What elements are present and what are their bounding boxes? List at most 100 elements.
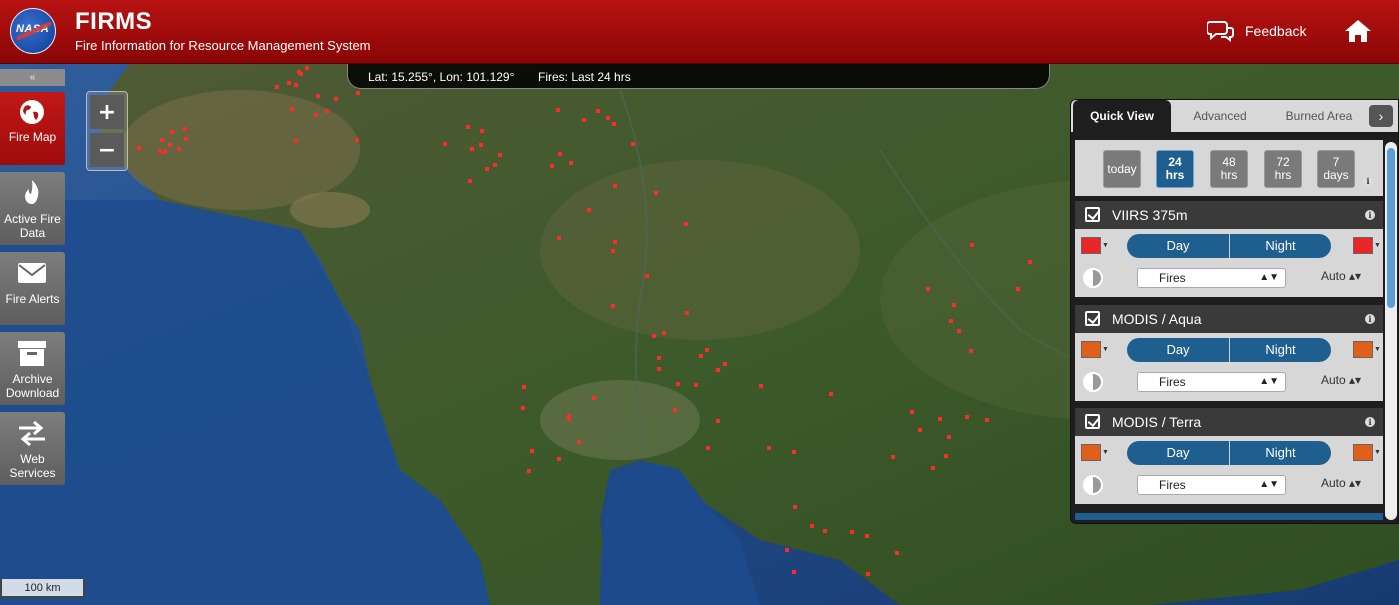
size-auto-select[interactable]: Auto ▴▾ <box>1321 476 1361 490</box>
fire-detection-marker[interactable] <box>498 153 502 157</box>
fire-detection-marker[interactable] <box>530 449 534 453</box>
home-icon[interactable] <box>1344 19 1372 43</box>
nasa-logo-icon[interactable]: NASA <box>10 8 56 54</box>
fire-detection-marker[interactable] <box>965 415 969 419</box>
fire-detection-marker[interactable] <box>1028 260 1032 264</box>
night-button[interactable]: Night <box>1229 234 1331 258</box>
fire-detection-marker[interactable] <box>325 109 329 113</box>
fire-detection-marker[interactable] <box>952 303 956 307</box>
fire-detection-marker[interactable] <box>970 243 974 247</box>
fire-detection-marker[interactable] <box>183 127 187 131</box>
fire-detection-marker[interactable] <box>895 551 899 555</box>
fire-detection-marker[interactable] <box>587 208 591 212</box>
scrollbar-thumb[interactable] <box>1387 148 1395 308</box>
layer-checkbox-modis-aqua[interactable] <box>1085 311 1100 326</box>
day-button[interactable]: Day <box>1127 338 1229 362</box>
fire-detection-marker[interactable] <box>170 130 174 134</box>
fire-detection-marker[interactable] <box>1016 287 1020 291</box>
fire-detection-marker[interactable] <box>582 118 586 122</box>
fire-detection-marker[interactable] <box>305 66 309 70</box>
fire-detection-marker[interactable] <box>793 505 797 509</box>
fire-detection-marker[interactable] <box>184 137 188 141</box>
fire-detection-marker[interactable] <box>522 385 526 389</box>
fire-detection-marker[interactable] <box>466 125 470 129</box>
night-color-swatch[interactable] <box>1353 341 1373 358</box>
fire-detection-marker[interactable] <box>926 287 930 291</box>
nav-web-services[interactable]: Web Services <box>0 412 65 485</box>
fire-detection-marker[interactable] <box>891 455 895 459</box>
day-color-swatch[interactable] <box>1081 444 1101 461</box>
fire-detection-marker[interactable] <box>356 91 360 95</box>
contrast-icon[interactable] <box>1083 475 1103 495</box>
display-type-select[interactable]: Fires ▲▼ <box>1137 372 1286 392</box>
fire-detection-marker[interactable] <box>611 249 615 253</box>
fire-detection-marker[interactable] <box>158 149 162 153</box>
fire-detection-marker[interactable] <box>957 329 961 333</box>
fire-detection-marker[interactable] <box>944 454 948 458</box>
tab-advanced[interactable]: Advanced <box>1171 100 1269 132</box>
fire-detection-marker[interactable] <box>699 354 703 358</box>
fire-detection-marker[interactable] <box>785 548 789 552</box>
fire-detection-marker[interactable] <box>275 85 279 89</box>
fire-detection-marker[interactable] <box>684 222 688 226</box>
fire-detection-marker[interactable] <box>557 236 561 240</box>
nav-fire-alerts[interactable]: Fire Alerts <box>0 252 65 325</box>
nav-fire-map[interactable]: Fire Map <box>0 92 65 165</box>
time-24hrs-button[interactable]: 24 hrs <box>1156 150 1194 188</box>
display-type-select[interactable]: Fires ▲▼ <box>1137 268 1286 288</box>
fire-detection-marker[interactable] <box>723 362 727 366</box>
zoom-out-button[interactable]: − <box>90 133 124 167</box>
tab-burned-area[interactable]: Burned Area <box>1269 100 1369 132</box>
size-auto-select[interactable]: Auto ▴▾ <box>1321 373 1361 387</box>
contrast-icon[interactable] <box>1083 372 1103 392</box>
fire-detection-marker[interactable] <box>290 107 294 111</box>
night-color-swatch[interactable] <box>1353 237 1373 254</box>
fire-detection-marker[interactable] <box>823 529 827 533</box>
fire-detection-marker[interactable] <box>685 311 689 315</box>
info-icon[interactable]: i <box>1365 314 1375 324</box>
fire-detection-marker[interactable] <box>470 147 474 151</box>
fire-detection-marker[interactable] <box>969 349 973 353</box>
fire-detection-marker[interactable] <box>606 116 610 120</box>
fire-detection-marker[interactable] <box>694 383 698 387</box>
fire-detection-marker[interactable] <box>314 113 318 117</box>
fire-detection-marker[interactable] <box>662 331 666 335</box>
fire-detection-marker[interactable] <box>611 304 615 308</box>
day-button[interactable]: Day <box>1127 441 1229 465</box>
nav-archive-download[interactable]: Archive Download <box>0 332 65 405</box>
fire-detection-marker[interactable] <box>485 167 489 171</box>
fire-detection-marker[interactable] <box>294 139 298 143</box>
fire-detection-marker[interactable] <box>569 161 573 165</box>
time-today-button[interactable]: today <box>1103 150 1141 188</box>
fire-detection-marker[interactable] <box>355 138 359 142</box>
tab-quick-view[interactable]: Quick View <box>1073 100 1171 132</box>
fire-detection-marker[interactable] <box>657 367 661 371</box>
fire-detection-marker[interactable] <box>596 109 600 113</box>
fire-detection-marker[interactable] <box>557 457 561 461</box>
fire-detection-marker[interactable] <box>792 450 796 454</box>
info-icon[interactable]: i <box>1363 176 1373 186</box>
panel-scrollbar[interactable] <box>1385 142 1397 520</box>
fire-detection-marker[interactable] <box>558 152 562 156</box>
nav-active-fire-data[interactable]: Active Fire Data <box>0 172 65 245</box>
day-color-swatch[interactable] <box>1081 341 1101 358</box>
fire-detection-marker[interactable] <box>613 184 617 188</box>
size-auto-select[interactable]: Auto ▴▾ <box>1321 269 1361 283</box>
layer-checkbox-viirs[interactable] <box>1085 207 1100 222</box>
fire-detection-marker[interactable] <box>556 108 560 112</box>
fire-detection-marker[interactable] <box>810 524 814 528</box>
feedback-button[interactable]: Feedback <box>1207 20 1306 42</box>
display-type-select[interactable]: Fires ▲▼ <box>1137 475 1286 495</box>
fire-detection-marker[interactable] <box>631 142 635 146</box>
fire-detection-marker[interactable] <box>829 392 833 396</box>
collapse-nav-button[interactable]: « <box>0 69 65 86</box>
fire-detection-marker[interactable] <box>550 164 554 168</box>
day-button[interactable]: Day <box>1127 234 1229 258</box>
fire-detection-marker[interactable] <box>613 240 617 244</box>
fire-detection-marker[interactable] <box>168 143 172 147</box>
fire-detection-marker[interactable] <box>567 417 571 421</box>
fire-detection-marker[interactable] <box>480 129 484 133</box>
contrast-icon[interactable] <box>1083 268 1103 288</box>
fire-detection-marker[interactable] <box>297 70 301 74</box>
fire-detection-marker[interactable] <box>163 150 167 154</box>
